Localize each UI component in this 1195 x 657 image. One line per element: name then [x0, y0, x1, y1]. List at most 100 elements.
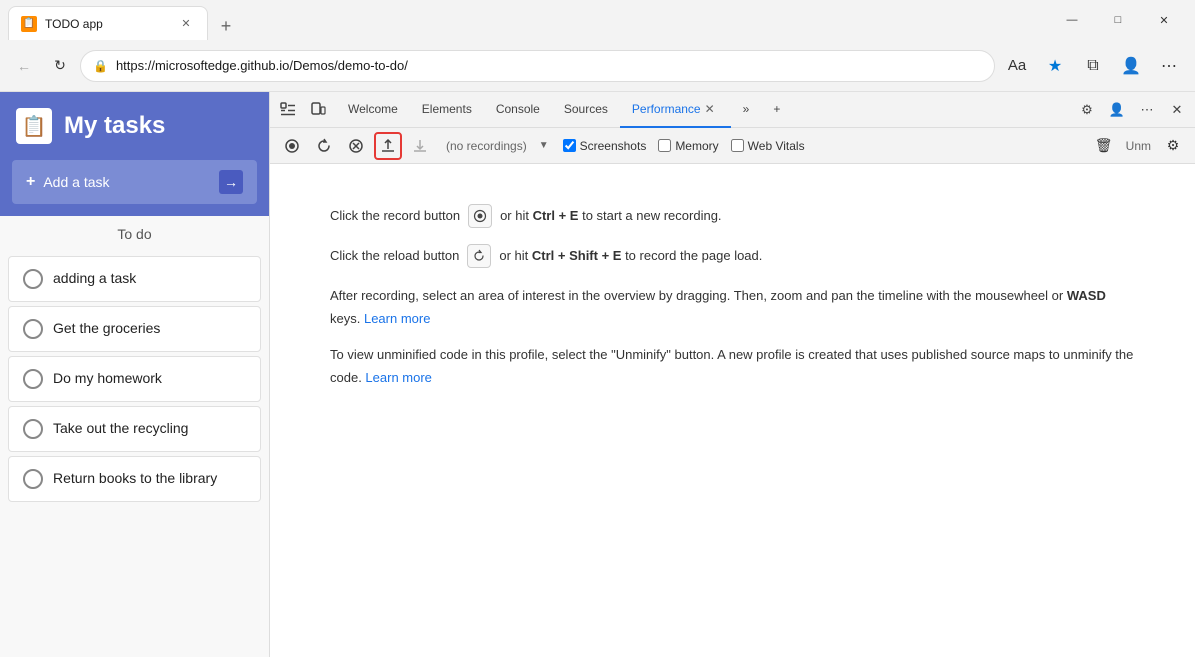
window-controls: — □ ✕: [1049, 4, 1187, 36]
clear-button[interactable]: [342, 132, 370, 160]
tab-console[interactable]: Console: [484, 92, 552, 128]
todo-app-title: My tasks: [64, 112, 165, 140]
lock-icon: 🔒: [93, 59, 108, 73]
todo-header: 📋 My tasks: [0, 92, 269, 160]
screenshots-checkbox[interactable]: [563, 139, 576, 152]
devtools-user-button[interactable]: 👤: [1103, 96, 1131, 124]
screenshots-checkbox-label[interactable]: Screenshots: [563, 139, 647, 153]
tab-add-button[interactable]: +: [761, 92, 792, 128]
back-button[interactable]: ←: [8, 50, 40, 82]
device-toolbar-button[interactable]: [304, 96, 332, 124]
tab-elements[interactable]: Elements: [410, 92, 484, 128]
reload-instruction-row: Click the reload button or hit Ctrl + Sh…: [330, 244, 1135, 268]
tab-more-button[interactable]: »: [731, 92, 762, 128]
devtools-content-area: Click the record button or hit Ctrl + E …: [270, 164, 1195, 657]
tab-sources[interactable]: Sources: [552, 92, 620, 128]
new-tab-button[interactable]: +: [212, 12, 240, 40]
devtools-more-button[interactable]: ⋯: [1133, 96, 1161, 124]
todo-item-4[interactable]: Take out the recycling: [8, 406, 261, 452]
tab-favicon: 📋: [21, 16, 37, 32]
main-content: 📋 My tasks + Add a task → To do adding a…: [0, 92, 1195, 657]
memory-label: Memory: [675, 139, 718, 153]
refresh-button[interactable]: ↻: [44, 50, 76, 82]
address-text: https://microsoftedge.github.io/Demos/de…: [116, 58, 982, 73]
todo-checkbox-1[interactable]: [23, 269, 43, 289]
reload-instruction-text: Click the reload button: [330, 244, 459, 267]
todo-item-2[interactable]: Get the groceries: [8, 306, 261, 352]
delete-profile-button[interactable]: 🗑: [1090, 132, 1118, 160]
recording-status: (no recordings): [438, 139, 535, 153]
add-task-arrow-icon: →: [219, 170, 243, 194]
title-bar: 📋 TODO app ✕ + — □ ✕: [0, 0, 1195, 40]
profile-button[interactable]: 👤: [1113, 48, 1149, 84]
web-vitals-label: Web Vitals: [748, 139, 805, 153]
todo-add-section: + Add a task →: [0, 160, 269, 216]
minimize-button[interactable]: —: [1049, 4, 1095, 36]
record-shortcut-text: or hit Ctrl + E to start a new recording…: [500, 204, 721, 227]
tab-strip: 📋 TODO app ✕ +: [8, 0, 1049, 40]
devtools-close-button[interactable]: ✕: [1163, 96, 1191, 124]
more-options-button[interactable]: ⋯: [1151, 48, 1187, 84]
devtools-settings-button[interactable]: ⚙: [1073, 96, 1101, 124]
unminify-instruction-para: To view unminified code in this profile,…: [330, 343, 1135, 390]
unminify-label: Unm: [1122, 139, 1155, 153]
record-button[interactable]: [278, 132, 306, 160]
todo-item-text-4: Take out the recycling: [53, 419, 188, 439]
todo-body: To do adding a task Get the groceries Do…: [0, 216, 269, 657]
tab-performance-close-button[interactable]: ✕: [701, 100, 719, 118]
devtools-tabs: Welcome Elements Console Sources Perform…: [336, 92, 1073, 128]
read-aloud-button[interactable]: Aa: [999, 48, 1035, 84]
add-task-button[interactable]: + Add a task →: [12, 160, 257, 204]
reload-profile-button[interactable]: [310, 132, 338, 160]
collections-button[interactable]: ⧉: [1075, 48, 1111, 84]
web-vitals-checkbox[interactable]: [731, 139, 744, 152]
web-vitals-checkbox-label[interactable]: Web Vitals: [731, 139, 805, 153]
nav-actions: Aa ★ ⧉ 👤 ⋯: [999, 48, 1187, 84]
devtools-tab-actions: ⚙ 👤 ⋯ ✕: [1073, 96, 1191, 124]
screenshots-label: Screenshots: [580, 139, 647, 153]
todo-checkbox-4[interactable]: [23, 419, 43, 439]
active-tab[interactable]: 📋 TODO app ✕: [8, 6, 208, 40]
todo-checkbox-5[interactable]: [23, 469, 43, 489]
area-instruction-para: After recording, select an area of inter…: [330, 284, 1135, 331]
capture-settings-button[interactable]: ⚙: [1159, 132, 1187, 160]
recording-dropdown-arrow[interactable]: ▼: [539, 140, 549, 151]
close-window-button[interactable]: ✕: [1141, 4, 1187, 36]
memory-checkbox[interactable]: [658, 139, 671, 152]
todo-item-5[interactable]: Return books to the library: [8, 456, 261, 502]
todo-item-3[interactable]: Do my homework: [8, 356, 261, 402]
inspect-element-button[interactable]: [274, 96, 302, 124]
favorites-button[interactable]: ★: [1037, 48, 1073, 84]
plus-icon: +: [26, 173, 35, 191]
tab-close-button[interactable]: ✕: [177, 15, 195, 33]
memory-checkbox-label[interactable]: Memory: [658, 139, 718, 153]
todo-item-text-2: Get the groceries: [53, 319, 160, 339]
todo-checkbox-3[interactable]: [23, 369, 43, 389]
tab-title: TODO app: [45, 17, 169, 31]
record-instruction-row: Click the record button or hit Ctrl + E …: [330, 204, 1135, 228]
navigation-bar: ← ↻ 🔒 https://microsoftedge.github.io/De…: [0, 40, 1195, 92]
todo-section-label: To do: [0, 216, 269, 252]
todo-app-icon: 📋: [16, 108, 52, 144]
todo-checkbox-2[interactable]: [23, 319, 43, 339]
learn-more-link-2[interactable]: Learn more: [365, 370, 431, 385]
todo-item-text-3: Do my homework: [53, 369, 162, 389]
address-bar[interactable]: 🔒 https://microsoftedge.github.io/Demos/…: [80, 50, 995, 82]
devtools-toolbar: (no recordings) ▼ Screenshots Memory Web…: [270, 128, 1195, 164]
tab-welcome[interactable]: Welcome: [336, 92, 410, 128]
tab-performance[interactable]: Performance ✕: [620, 92, 731, 128]
record-instruction-text: Click the record button: [330, 204, 460, 227]
todo-item-text-1: adding a task: [53, 269, 136, 289]
devtools-icon-group: [274, 96, 332, 124]
browser-window: 📋 TODO app ✕ + — □ ✕ ← ↻ 🔒 https://micro…: [0, 0, 1195, 657]
todo-item-1[interactable]: adding a task: [8, 256, 261, 302]
record-button-image: [468, 204, 492, 228]
reload-shortcut-text: or hit Ctrl + Shift + E to record the pa…: [499, 244, 762, 267]
maximize-button[interactable]: □: [1095, 4, 1141, 36]
add-task-label: Add a task: [43, 174, 109, 190]
download-profile-button[interactable]: [406, 132, 434, 160]
todo-panel: 📋 My tasks + Add a task → To do adding a…: [0, 92, 270, 657]
upload-profile-button[interactable]: [374, 132, 402, 160]
learn-more-link-1[interactable]: Learn more: [364, 311, 430, 326]
reload-button-image: [467, 244, 491, 268]
